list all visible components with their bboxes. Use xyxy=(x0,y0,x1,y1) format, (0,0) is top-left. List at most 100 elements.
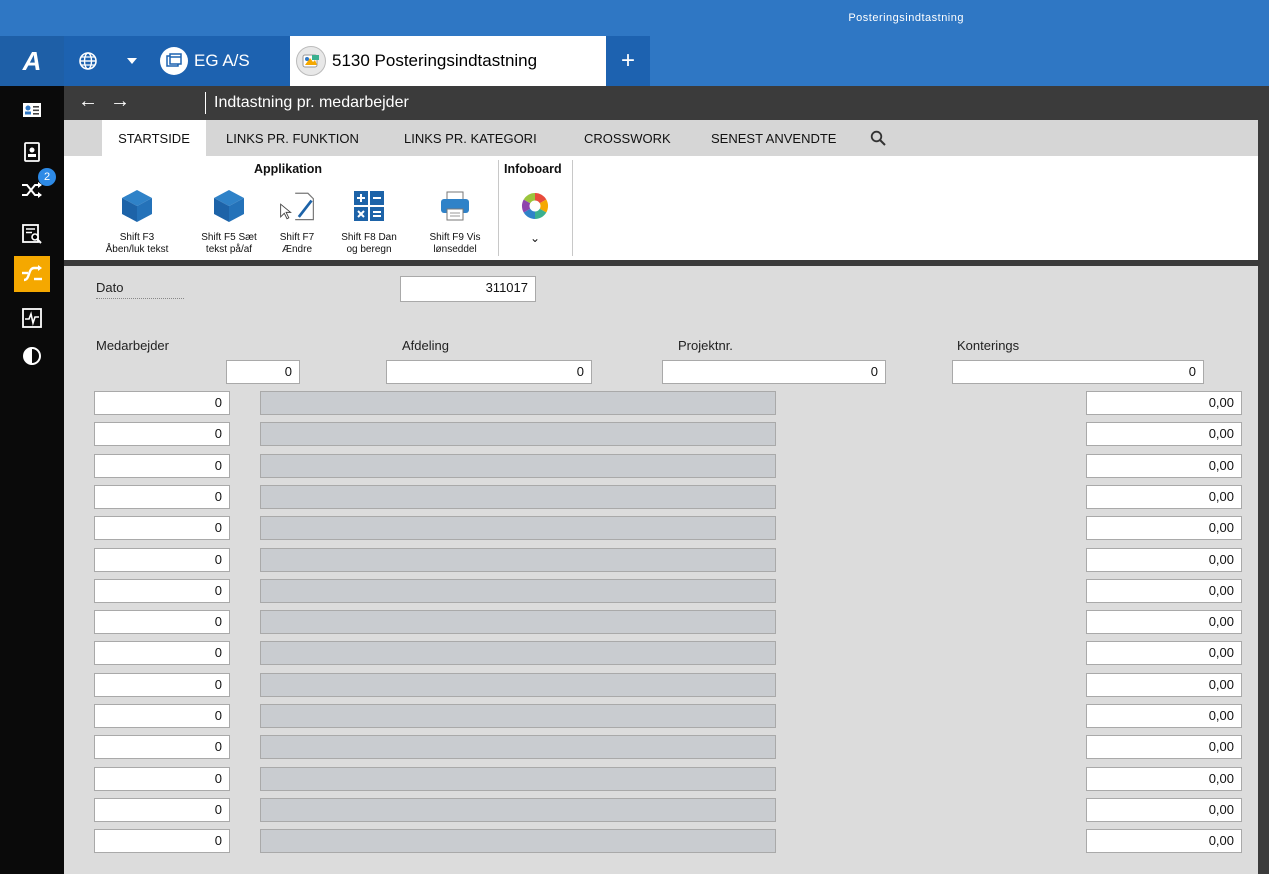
row-number-input[interactable]: 0 xyxy=(94,829,230,853)
row-number-input[interactable]: 0 xyxy=(94,767,230,791)
search-icon xyxy=(870,130,886,146)
navigation-bar: ← → Indtastning pr. medarbejder xyxy=(64,86,1258,120)
sidebar-item-monitor[interactable] xyxy=(14,300,50,336)
button-label-line2: tekst på/af xyxy=(205,244,253,255)
plus-icon: + xyxy=(620,47,635,74)
column-header-projektnr: Projektnr. xyxy=(678,338,733,353)
calculator-icon xyxy=(349,186,389,226)
row-description-field xyxy=(260,548,776,572)
button-label-line2: lønseddel xyxy=(433,244,477,255)
row-number-input[interactable]: 0 xyxy=(94,485,230,509)
tab-posteringsindtastning[interactable]: 5130 Posteringsindtastning xyxy=(290,36,609,86)
button-label-line1: Shift F5 Sæt xyxy=(201,232,257,243)
cube-icon xyxy=(117,186,157,226)
add-tab-button[interactable]: + xyxy=(606,36,650,86)
medarbejder-input[interactable]: 0 xyxy=(226,360,300,384)
row-amount-input[interactable]: 0,00 xyxy=(1086,610,1242,634)
tab-links-pr-funktion[interactable]: LINKS PR. FUNKTION xyxy=(226,120,359,156)
button-label-line1: Shift F8 Dan xyxy=(341,232,397,243)
row-amount-input[interactable]: 0,00 xyxy=(1086,422,1242,446)
group-separator xyxy=(572,160,573,256)
shift-f8-button[interactable]: Shift F8 Dan og beregn xyxy=(336,182,402,260)
sidebar-item-shuffle[interactable]: 2 xyxy=(14,168,56,208)
row-description-field xyxy=(260,579,776,603)
group-title-applikation: Applikation xyxy=(254,162,323,176)
infoboard-button[interactable]: ⌄ xyxy=(502,182,568,260)
row-number-input[interactable]: 0 xyxy=(94,548,230,572)
sidebar-item-contact[interactable] xyxy=(14,134,50,170)
nav-separator xyxy=(205,92,206,114)
sidebar-item-report[interactable] xyxy=(14,216,50,252)
row-amount-input[interactable]: 0,00 xyxy=(1086,798,1242,822)
globe-button[interactable] xyxy=(64,36,112,86)
row-description-field xyxy=(260,641,776,665)
row-amount-input[interactable]: 0,00 xyxy=(1086,516,1242,540)
dato-input[interactable]: 311017 xyxy=(400,276,536,302)
app-icon xyxy=(296,46,326,76)
tab-label: STARTSIDE xyxy=(118,130,190,146)
tab-senest-anvendte[interactable]: SENEST ANVENDTE xyxy=(711,120,836,156)
window-title-bar: Posteringsindtastning xyxy=(0,0,1269,36)
app-logo[interactable]: A xyxy=(0,36,64,86)
projektnr-input[interactable]: 0 xyxy=(662,360,886,384)
row-amount-input[interactable]: 0,00 xyxy=(1086,454,1242,478)
tab-links-pr-kategori[interactable]: LINKS PR. KATEGORI xyxy=(404,120,537,156)
row-number-input[interactable]: 0 xyxy=(94,579,230,603)
row-description-field xyxy=(260,673,776,697)
id-card-icon xyxy=(23,103,41,117)
sidebar-item-posting[interactable] xyxy=(14,256,50,292)
tab-eg-as[interactable]: EG A/S xyxy=(152,36,294,86)
tab-label: SENEST ANVENDTE xyxy=(711,130,837,146)
row-amount-input[interactable]: 0,00 xyxy=(1086,673,1242,697)
row-amount-input[interactable]: 0,00 xyxy=(1086,735,1242,759)
row-amount-input[interactable]: 0,00 xyxy=(1086,548,1242,572)
button-label-line1: Shift F7 xyxy=(279,232,315,243)
shift-f9-button[interactable]: Shift F9 Vis lønseddel xyxy=(422,182,488,260)
row-amount-input[interactable]: 0,00 xyxy=(1086,767,1242,791)
row-number-input[interactable]: 0 xyxy=(94,610,230,634)
row-description-field xyxy=(260,829,776,853)
button-label-line1: Shift F9 Vis xyxy=(429,232,481,243)
row-amount-input[interactable]: 0,00 xyxy=(1086,704,1242,728)
row-number-input[interactable]: 0 xyxy=(94,735,230,759)
tab-label: CROSSWORK xyxy=(584,130,671,146)
caret-down-icon xyxy=(127,58,137,64)
group-title-infoboard: Infoboard xyxy=(504,162,562,176)
row-number-input[interactable]: 0 xyxy=(94,391,230,415)
breadcrumb: Indtastning pr. medarbejder xyxy=(214,94,409,111)
shift-f5-button[interactable]: Shift F5 Sæt tekst på/af xyxy=(196,182,262,260)
shift-f3-button[interactable]: Shift F3 Åben/luk tekst xyxy=(104,182,170,260)
chevron-down-icon: ⌄ xyxy=(529,231,541,245)
row-amount-input[interactable]: 0,00 xyxy=(1086,485,1242,509)
back-arrow-icon[interactable]: ← xyxy=(78,90,98,113)
posting-icon xyxy=(22,265,42,282)
forward-arrow-icon[interactable]: → xyxy=(110,90,130,113)
row-number-input[interactable]: 0 xyxy=(94,454,230,478)
row-amount-input[interactable]: 0,00 xyxy=(1086,579,1242,603)
right-edge xyxy=(1258,86,1269,874)
dropdown-button[interactable] xyxy=(112,36,152,86)
row-amount-input[interactable]: 0,00 xyxy=(1086,391,1242,415)
row-number-input[interactable]: 0 xyxy=(94,704,230,728)
row-amount-input[interactable]: 0,00 xyxy=(1086,829,1242,853)
afdeling-input[interactable]: 0 xyxy=(386,360,592,384)
sidebar-item-theme[interactable] xyxy=(14,338,50,374)
posting-form: Dato 311017 Medarbejder Afdeling Projekt… xyxy=(64,266,1258,874)
left-sidebar: 2 xyxy=(0,86,64,874)
row-number-input[interactable]: 0 xyxy=(94,516,230,540)
tab-startside[interactable]: STARTSIDE xyxy=(102,120,206,156)
tab-strip: A EG A/S 5130 Posteringsindtastning + xyxy=(0,36,1269,86)
shift-f7-button[interactable]: Shift F7 Ændre xyxy=(264,182,330,260)
shuffle-icon xyxy=(22,182,42,198)
row-number-input[interactable]: 0 xyxy=(94,422,230,446)
row-number-input[interactable]: 0 xyxy=(94,641,230,665)
konterings-input[interactable]: 0 xyxy=(952,360,1204,384)
row-number-input[interactable]: 0 xyxy=(94,798,230,822)
sidebar-item-employee[interactable] xyxy=(14,92,50,128)
logo-letter: A xyxy=(22,45,42,76)
row-description-field xyxy=(260,767,776,791)
row-number-input[interactable]: 0 xyxy=(94,673,230,697)
row-amount-input[interactable]: 0,00 xyxy=(1086,641,1242,665)
tab-crosswork[interactable]: CROSSWORK xyxy=(584,120,671,156)
ribbon-search-button[interactable] xyxy=(870,120,886,156)
